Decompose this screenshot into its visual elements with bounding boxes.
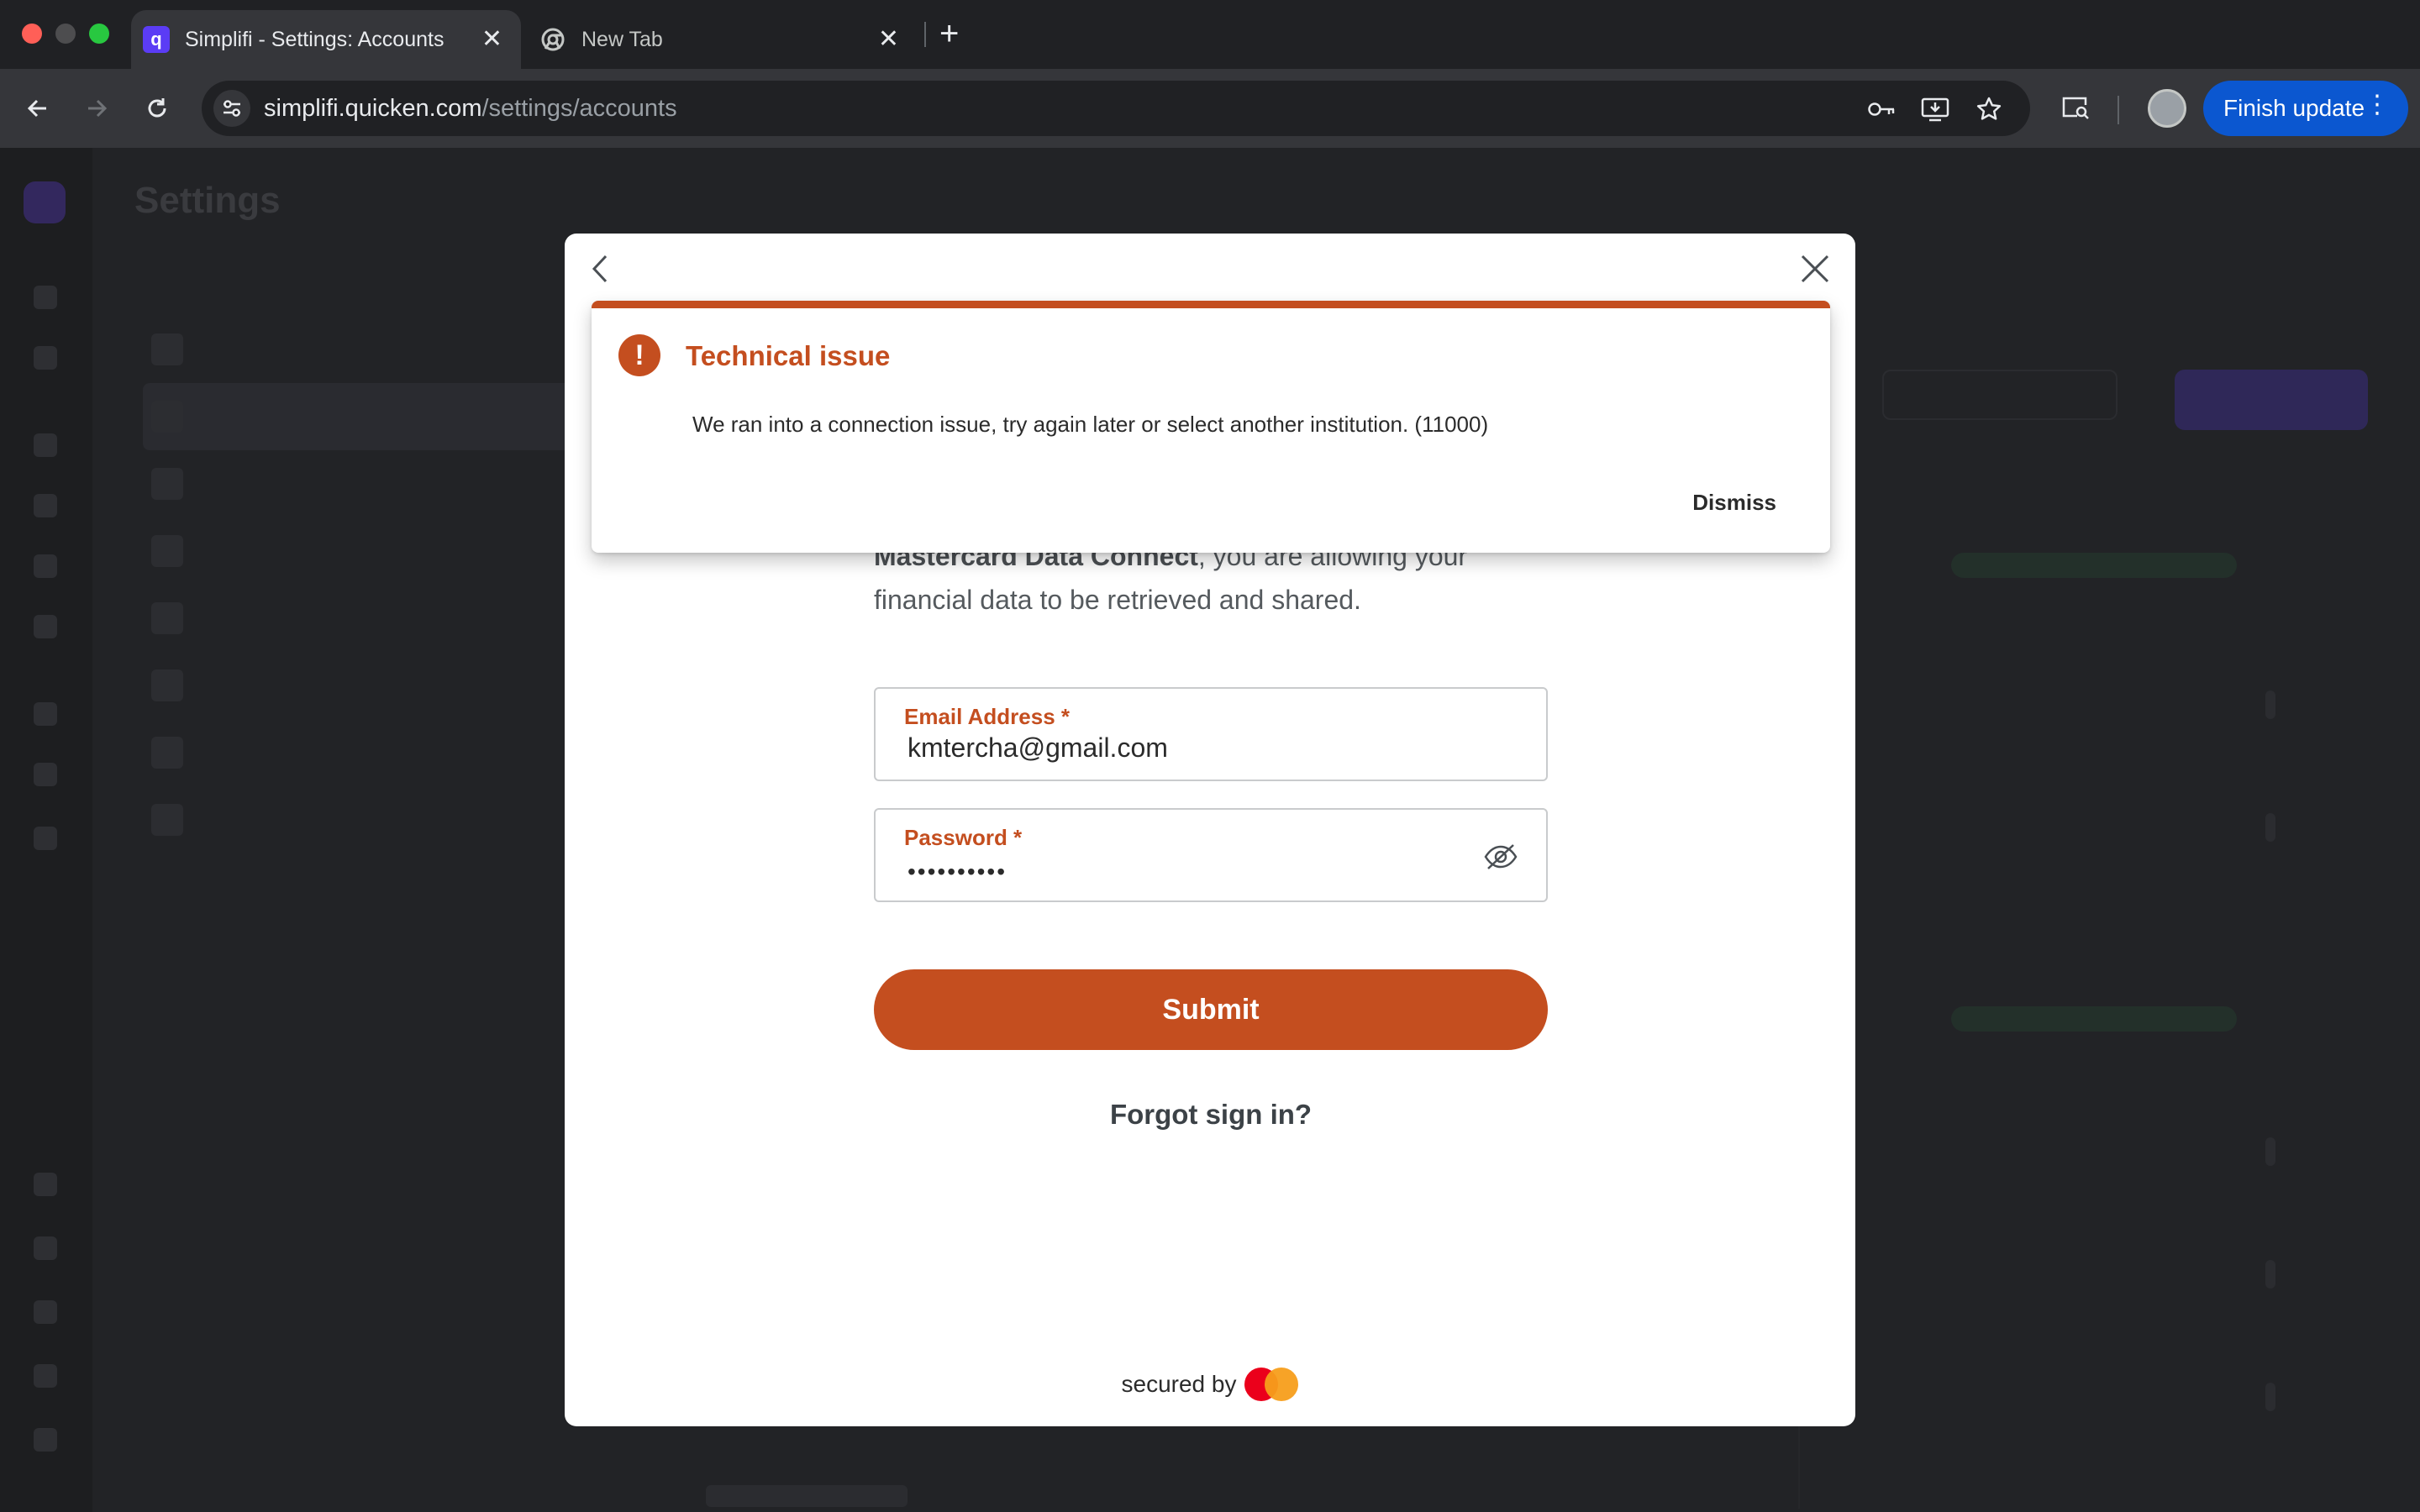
nav-referral-icon xyxy=(34,1236,57,1260)
subnav-item xyxy=(151,316,622,383)
nav-help-icon xyxy=(34,827,57,850)
tab-close-icon[interactable]: ✕ xyxy=(481,27,502,52)
password-label: Password * xyxy=(904,825,1023,850)
subnav-item xyxy=(151,585,622,652)
tab-title: New Tab xyxy=(581,27,663,51)
bg-primary-button xyxy=(2175,370,2368,430)
technical-issue-alert: ! Technical issue We ran into a connecti… xyxy=(592,301,1830,553)
bg-row-menu xyxy=(2265,1383,2275,1411)
site-settings-icon[interactable] xyxy=(213,90,250,127)
more-menu-icon[interactable]: ⋮ xyxy=(2365,92,2390,118)
bg-row-menu xyxy=(2265,1137,2275,1166)
alert-title: Technical issue xyxy=(686,340,891,371)
bg-row-menu xyxy=(2265,1260,2275,1289)
alert-message: We ran into a connection issue, try agai… xyxy=(692,412,1489,437)
nav-profile-icon xyxy=(34,1428,57,1452)
subnav-notifications-icon xyxy=(151,535,183,567)
tab-simplifi-settings[interactable]: q Simplifi - Settings: Accounts ✕ xyxy=(131,10,521,69)
nav-settings-icon xyxy=(34,1364,57,1388)
subnav-item-active xyxy=(143,383,622,450)
subnav-rules-icon xyxy=(151,669,183,701)
nav-bills-icon xyxy=(34,554,57,578)
nav-support-icon xyxy=(34,1300,57,1324)
bg-placeholder-text xyxy=(706,1485,908,1507)
chrome-icon xyxy=(539,26,566,53)
nav-transactions-icon xyxy=(34,433,57,457)
url-text: simplifi.quicken.com/settings/accounts xyxy=(264,95,677,123)
nav-investments-icon xyxy=(34,702,57,726)
chevron-left-icon[interactable] xyxy=(583,252,617,286)
address-bar[interactable]: simplifi.quicken.com/settings/accounts xyxy=(202,81,2030,136)
nav-spending-icon xyxy=(34,494,57,517)
reload-icon[interactable] xyxy=(138,89,176,128)
bg-status-pill xyxy=(1951,553,2237,578)
submit-button[interactable]: Submit xyxy=(874,969,1548,1050)
url-host: simplifi.quicken.com xyxy=(264,95,482,122)
window-close-button[interactable] xyxy=(22,24,42,44)
secured-by-footer: secured by xyxy=(565,1368,1855,1401)
finish-update-label: Finish update xyxy=(2223,95,2365,121)
subnav-recurring-icon xyxy=(151,602,183,634)
browser-tabstrip: q Simplifi - Settings: Accounts ✕ New Ta… xyxy=(0,0,2420,69)
nav-reports-icon xyxy=(34,615,57,638)
subnav-accounts-icon xyxy=(151,401,183,433)
subnav-item xyxy=(151,517,622,585)
bookmark-star-icon[interactable] xyxy=(1975,95,2003,123)
tab-search-icon[interactable] xyxy=(2057,89,2094,126)
profile-avatar[interactable] xyxy=(2148,89,2186,128)
subnav-item xyxy=(151,786,622,853)
dismiss-button[interactable]: Dismiss xyxy=(1692,490,1776,516)
new-tab-plus-icon[interactable]: + xyxy=(939,15,959,52)
nav-accounts-icon xyxy=(34,346,57,370)
nav-watchlist-icon xyxy=(34,763,57,786)
subnav-item xyxy=(151,719,622,786)
forward-arrow-icon[interactable] xyxy=(77,89,116,128)
bg-accounts-panel xyxy=(1798,501,2370,1509)
email-input[interactable] xyxy=(908,732,1479,764)
secured-by-text: secured by xyxy=(1121,1371,1237,1397)
tab-close-icon[interactable]: ✕ xyxy=(878,27,899,52)
bg-ghost-button xyxy=(1882,370,2118,420)
window-zoom-button[interactable] xyxy=(89,24,109,44)
url-path: /settings/accounts xyxy=(481,95,677,122)
exclamation-icon: ! xyxy=(618,334,660,376)
subnav-general-icon xyxy=(151,333,183,365)
password-input[interactable]: •••••••••• xyxy=(908,858,1007,885)
finish-update-button[interactable]: Finish update ⋮ xyxy=(2203,81,2408,136)
bg-row-menu xyxy=(2265,813,2275,842)
nav-dashboard-icon xyxy=(34,286,57,309)
install-app-icon[interactable] xyxy=(1921,95,1949,123)
close-icon[interactable] xyxy=(1797,250,1833,287)
forgot-sign-in-link[interactable]: Forgot sign in? xyxy=(874,1099,1548,1131)
nav-notifications-icon xyxy=(34,1173,57,1196)
email-label: Email Address * xyxy=(904,704,1071,729)
eye-slash-icon[interactable] xyxy=(1482,842,1519,872)
connect-institution-modal: Mastercard Data Connect, you are allowin… xyxy=(565,234,1855,1426)
settings-subnav xyxy=(143,316,622,853)
tab-divider xyxy=(924,22,926,47)
subnav-categories-icon xyxy=(151,468,183,500)
password-field[interactable]: Password * •••••••••• xyxy=(874,808,1548,902)
subnav-spaces-icon xyxy=(151,737,183,769)
tab-new-tab[interactable]: New Tab ✕ xyxy=(528,10,918,69)
browser-toolbar: simplifi.quicken.com/settings/accounts F… xyxy=(0,69,2420,148)
toolbar-divider xyxy=(2118,96,2119,124)
subnav-item xyxy=(151,450,622,517)
app-left-rail xyxy=(0,148,92,1512)
bg-row-menu xyxy=(2265,690,2275,719)
subnav-item xyxy=(151,652,622,719)
page-title: Settings xyxy=(134,180,281,221)
simplifi-logo xyxy=(24,181,66,223)
back-arrow-icon[interactable] xyxy=(18,89,57,128)
quicken-q-icon: q xyxy=(143,26,170,53)
window-minimize-button[interactable] xyxy=(55,24,76,44)
password-key-icon[interactable] xyxy=(1867,95,1896,123)
bg-status-pill xyxy=(1951,1006,2237,1032)
tab-title: Simplifi - Settings: Accounts xyxy=(185,27,445,51)
subnav-transfer-icon xyxy=(151,804,183,836)
mastercard-logo-icon xyxy=(1244,1368,1299,1401)
email-field[interactable]: Email Address * xyxy=(874,687,1548,781)
